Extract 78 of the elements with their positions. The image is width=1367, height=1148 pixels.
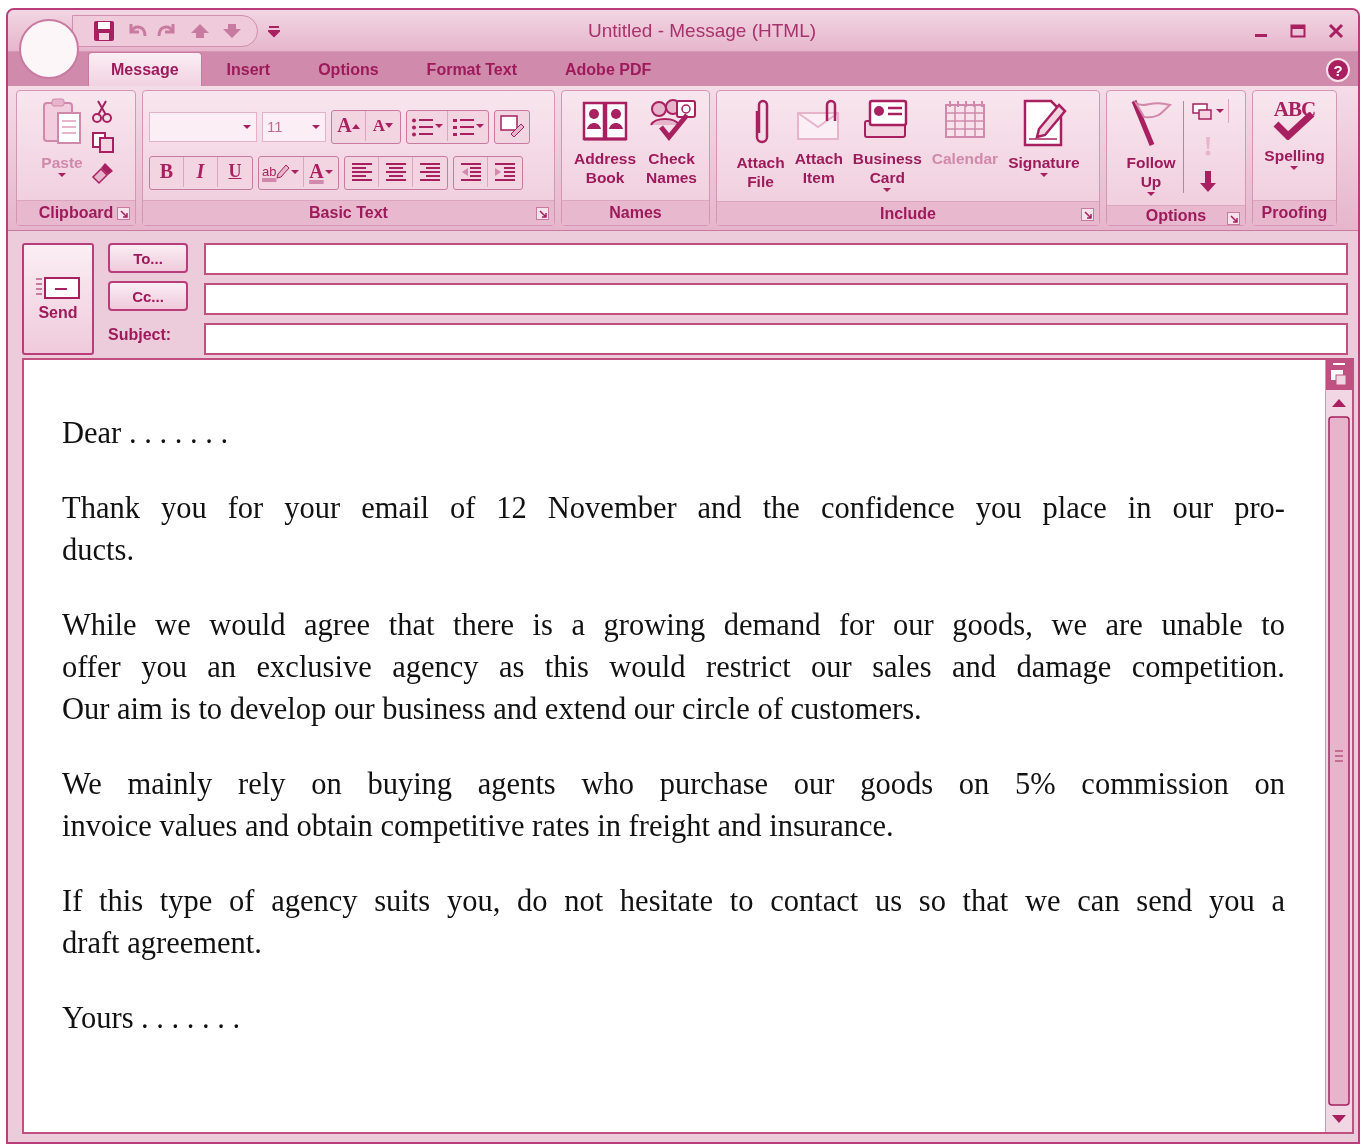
caret-icon bbox=[1038, 172, 1049, 179]
font-name-field[interactable] bbox=[149, 111, 257, 142]
ribbon-tab[interactable]: Options bbox=[295, 52, 402, 87]
ribbon-button[interactable]: Address Book bbox=[571, 95, 640, 196]
body-paragraph: We mainly rely on buying agents who purchase our goods on 5% commission on invoice values and obtain competitive rates in freight and insurance. bbox=[62, 766, 1285, 845]
ribbon-button[interactable]: Business Card bbox=[849, 95, 925, 202]
body-paragraph: Thank you for your email of 12 November and the confidence you place in our pro- ducts. bbox=[62, 490, 1285, 569]
group-label: Options bbox=[1145, 206, 1207, 225]
window-title: Untitled - Message (HTML) bbox=[586, 19, 818, 42]
brush-icon[interactable] bbox=[91, 161, 115, 186]
ribbon-button[interactable]: Attach File bbox=[733, 95, 788, 196]
font-size-value: 11 bbox=[267, 118, 283, 136]
down-caret-icon bbox=[385, 122, 394, 129]
ribbon-button[interactable]: Attach Item bbox=[791, 95, 846, 196]
group-label: Clipboard bbox=[38, 204, 114, 223]
shrink-font-button[interactable]: A bbox=[366, 110, 400, 141]
font-color-button[interactable]: A bbox=[304, 156, 339, 187]
launcher-icon[interactable] bbox=[536, 207, 549, 221]
cc-button[interactable]: Cc... bbox=[108, 281, 188, 312]
category-icon bbox=[1190, 101, 1215, 122]
highlight-button[interactable]: ab bbox=[259, 156, 305, 187]
send-button[interactable]: Send bbox=[22, 243, 94, 356]
subject-label: Subject: bbox=[108, 325, 173, 346]
ribbon-tab[interactable]: Message bbox=[88, 52, 202, 87]
up-caret-icon bbox=[351, 122, 360, 129]
scrollbar-thumb[interactable] bbox=[1328, 416, 1350, 1106]
pen-icon bbox=[276, 163, 291, 180]
eraser-icon bbox=[499, 113, 525, 138]
group-label: Basic Text bbox=[309, 204, 388, 223]
abc-text: ABC bbox=[1273, 97, 1316, 123]
caret-icon bbox=[242, 123, 252, 130]
group-label: Names bbox=[609, 204, 662, 223]
ribbon-tab[interactable]: Adobe PDF bbox=[542, 52, 675, 87]
body-paragraph: Dear . . . . . . . bbox=[62, 415, 229, 452]
close-icon[interactable] bbox=[1328, 22, 1344, 39]
ribbon-button[interactable]: Signature bbox=[1005, 95, 1083, 196]
caret-icon bbox=[882, 187, 893, 194]
ribbon-tab[interactable]: Format Text bbox=[403, 52, 540, 87]
ribbon-tab[interactable]: Insert bbox=[203, 52, 294, 87]
body-paragraph: Yours . . . . . . . bbox=[62, 1000, 242, 1037]
subject-field[interactable] bbox=[204, 323, 1348, 356]
customize-icon[interactable] bbox=[268, 23, 280, 38]
caret-icon bbox=[1214, 108, 1225, 115]
group-label: Proofing bbox=[1261, 204, 1328, 223]
caret-icon bbox=[1146, 191, 1156, 198]
ruler-toggle-icon[interactable] bbox=[1326, 360, 1352, 390]
ribbon-button[interactable]: ABC Spelling bbox=[1261, 95, 1328, 196]
help-button[interactable]: ? bbox=[1326, 58, 1350, 83]
launcher-icon[interactable] bbox=[1227, 212, 1240, 226]
to-button[interactable]: To... bbox=[108, 243, 188, 274]
caret-icon bbox=[290, 168, 301, 175]
caret-icon bbox=[311, 123, 321, 130]
save-icon[interactable] bbox=[93, 19, 115, 42]
office-button[interactable] bbox=[18, 18, 80, 80]
ribbon-button[interactable]: Follow Up bbox=[1123, 95, 1179, 206]
body-paragraph: If this type of agency suits you, do not hesitate to contact us so that we can send you a draft agreement. bbox=[62, 883, 1285, 962]
caret-icon bbox=[434, 122, 444, 129]
caret-icon bbox=[475, 122, 485, 129]
copy-icon[interactable] bbox=[91, 131, 115, 154]
launcher-icon[interactable] bbox=[117, 207, 130, 221]
ribbon-button[interactable]: Check Names bbox=[643, 95, 700, 196]
maximize-icon[interactable] bbox=[1290, 23, 1306, 38]
body-paragraph: While we would agree that there is a growing demand for our goods, we are unable to offer you an exclusive agency as this would restrict our sales and damage competition. Our aim is to develop our business and extend our circle of customers. bbox=[62, 607, 1285, 728]
cc-field[interactable] bbox=[204, 283, 1348, 316]
to-field[interactable] bbox=[204, 243, 1348, 276]
down-arrow-icon[interactable] bbox=[1199, 169, 1218, 194]
underline-button[interactable]: U bbox=[218, 156, 252, 187]
bold-button[interactable]: B bbox=[150, 156, 184, 187]
font-size-field[interactable]: 11 bbox=[262, 111, 326, 142]
launcher-icon[interactable] bbox=[1081, 208, 1094, 222]
caret-icon bbox=[323, 168, 334, 175]
group-label: Include bbox=[880, 204, 936, 223]
envelope-icon bbox=[35, 276, 81, 301]
caret-icon bbox=[57, 172, 67, 179]
grow-font-button[interactable]: A bbox=[332, 110, 366, 141]
italic-button[interactable]: I bbox=[184, 156, 218, 187]
scissors-icon[interactable] bbox=[91, 99, 113, 124]
caret-icon bbox=[1289, 165, 1300, 172]
